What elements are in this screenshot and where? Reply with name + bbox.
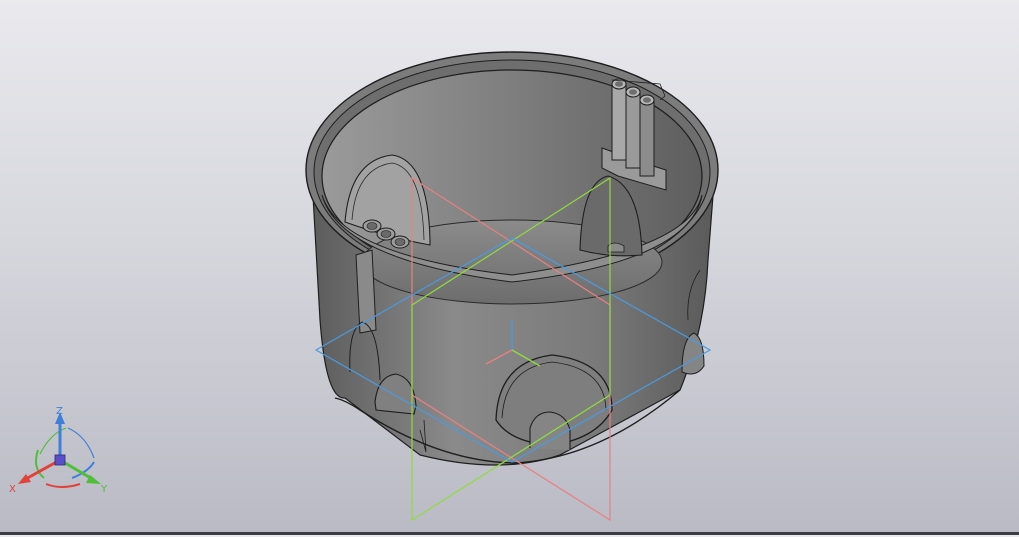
junction-box-model[interactable] — [305, 51, 719, 466]
triad-center-cube — [54, 454, 66, 466]
model-canvas[interactable] — [0, 0, 1019, 532]
orientation-triad[interactable]: Z X Y — [6, 402, 118, 498]
3d-viewport[interactable] — [0, 0, 1019, 532]
side-rib-left — [355, 249, 377, 334]
y-axis-label: Y — [100, 484, 108, 495]
z-axis-label: Z — [56, 406, 63, 417]
x-axis-label: X — [9, 484, 16, 495]
